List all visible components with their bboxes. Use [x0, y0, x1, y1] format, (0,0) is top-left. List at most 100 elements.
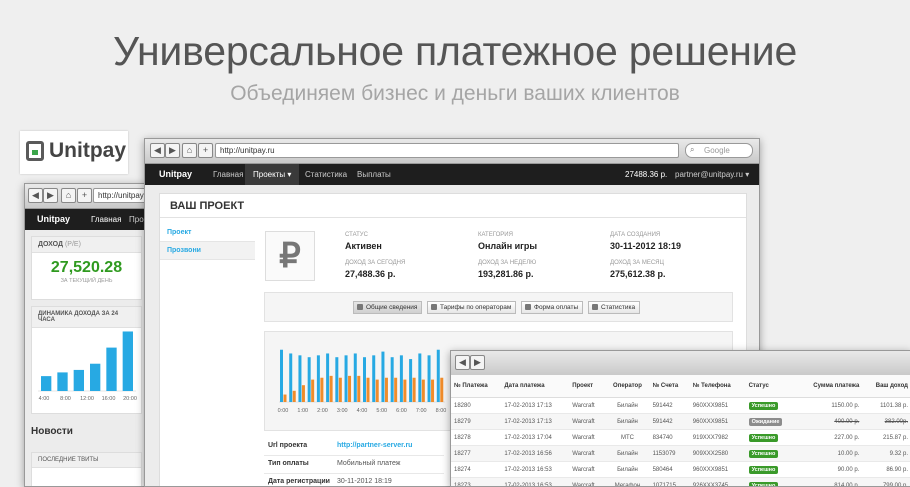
user-menu[interactable]: partner@unitpay.ru ▾	[675, 170, 749, 179]
sidebar-item-project[interactable]: Проект	[160, 224, 255, 242]
tick-label: 20:00	[123, 396, 137, 402]
cart-icon	[525, 304, 531, 310]
status-badge: Успешно	[749, 466, 779, 474]
address-bar[interactable]: http://unitpay.r	[93, 188, 149, 203]
home-icon[interactable]: ⌂	[61, 188, 76, 203]
tick-label: 16:00	[102, 396, 116, 402]
bar-series-1	[354, 353, 357, 402]
table-cell: Успешно	[746, 446, 797, 462]
bar-series-1	[298, 355, 301, 402]
column-header[interactable]: Ваш доход	[862, 375, 910, 398]
tab-payment-form[interactable]: Форма оплаты	[521, 301, 583, 314]
tab-general-info[interactable]: Общие сведения	[353, 301, 422, 314]
table-cell: 834740	[650, 430, 690, 446]
bar-series-1	[437, 350, 440, 402]
table-cell: Warcraft	[569, 430, 605, 446]
back-icon[interactable]: ◀	[28, 188, 43, 203]
forward-icon[interactable]: ▶	[165, 143, 180, 158]
column-header[interactable]: Проект	[569, 375, 605, 398]
chart-icon	[592, 304, 598, 310]
nav-projects-cut[interactable]: Про	[129, 215, 144, 224]
category-value: Онлайн игры	[478, 241, 537, 251]
bar-series-2	[348, 376, 351, 402]
column-header[interactable]: Статус	[746, 375, 797, 398]
column-header[interactable]: Оператор	[605, 375, 649, 398]
table-cell: 18278	[451, 430, 501, 446]
bar-series-1	[363, 357, 366, 402]
sidebar-item-prozvoni[interactable]: Прозвони	[160, 242, 255, 260]
back-icon[interactable]: ◀	[455, 355, 470, 370]
bar-series-2	[385, 378, 388, 402]
bar-series-1	[280, 350, 283, 402]
google-search-input[interactable]: Google	[685, 143, 753, 158]
bar-series-2	[367, 378, 370, 402]
income-today-caption: ЗА ТЕКУЩИЙ ДЕНЬ	[32, 278, 141, 284]
table-row[interactable]: 1827317-02-2013 16:53WarcraftМегафон1071…	[451, 478, 910, 487]
browser-toolbar: ◀ ▶	[451, 351, 910, 376]
nav-home[interactable]: Главная	[91, 215, 121, 224]
nav-statistics[interactable]: Статистика	[305, 170, 347, 179]
table-cell: 1150.00 р.	[796, 398, 862, 414]
tab-operator-tariffs[interactable]: Тарифы по операторам	[427, 301, 516, 314]
table-cell: Мегафон	[605, 478, 649, 487]
tick-label: 7:00	[416, 408, 427, 414]
tick-label: 0:00	[278, 408, 289, 414]
created-value: 30-11-2012 18:19	[610, 241, 681, 251]
nav-projects[interactable]: Проекты ▾	[245, 164, 299, 185]
nav-brand[interactable]: Unitpay	[159, 169, 192, 179]
add-tab-icon[interactable]: +	[198, 143, 213, 158]
tab-statistics[interactable]: Статистика	[588, 301, 640, 314]
table-cell: Успешно	[746, 398, 797, 414]
table-row[interactable]: 1828017-02-2013 17:13WarcraftБилайн59144…	[451, 398, 910, 414]
bar-series-2	[320, 378, 323, 402]
bar-series-2	[357, 376, 360, 402]
nav-payouts[interactable]: Выплаты	[357, 170, 391, 179]
table-cell: 17-02-2013 17:04	[501, 430, 569, 446]
forward-icon[interactable]: ▶	[43, 188, 58, 203]
project-sidebar: Проект Прозвони	[160, 224, 255, 260]
table-cell: 1101.38 р.	[862, 398, 910, 414]
table-cell: 1071715	[650, 478, 690, 487]
tick-label: 6:00	[396, 408, 407, 414]
forward-icon[interactable]: ▶	[470, 355, 485, 370]
table-cell: Билайн	[605, 446, 649, 462]
payments-window: ◀ ▶ № ПлатежаДата платежаПроектОператор№…	[450, 350, 910, 487]
table-row[interactable]: 1827417-02-2013 16:53WarcraftБилайн58046…	[451, 462, 910, 478]
column-header[interactable]: № Счета	[650, 375, 690, 398]
income-card-title: ДОХОД (Р/Е)	[32, 237, 141, 253]
nav-home[interactable]: Главная	[213, 170, 243, 179]
table-row[interactable]: 1827917-02-2013 17:13WarcraftБилайн59144…	[451, 414, 910, 430]
search-icon: ⌕	[690, 145, 694, 155]
nav-brand[interactable]: Unitpay	[37, 214, 70, 224]
bar-series-2	[284, 395, 287, 402]
column-header[interactable]: Дата платежа	[501, 375, 569, 398]
table-row[interactable]: 1827717-02-2013 16:56WarcraftБилайн11530…	[451, 446, 910, 462]
table-cell: 591442	[650, 414, 690, 430]
table-cell: 960XXX9851	[690, 398, 746, 414]
top-nav: Unitpay Главная Проекты ▾ Статистика Вып…	[145, 164, 759, 185]
income-card: ДОХОД (Р/Е) 27,520.28 ЗА ТЕКУЩИЙ ДЕНЬ	[31, 236, 142, 300]
bar-series-2	[431, 380, 434, 402]
table-cell: Warcraft	[569, 446, 605, 462]
table-cell: 10.00 р.	[796, 446, 862, 462]
column-header[interactable]: № Платежа	[451, 375, 501, 398]
tick-label: 2:00	[317, 408, 328, 414]
tick-label: 8:00	[60, 396, 71, 402]
status-badge: Успешно	[749, 434, 779, 442]
bar-series-1	[289, 353, 292, 402]
address-bar[interactable]: http://unitpay.ru	[215, 143, 679, 158]
table-cell: 382.00р.	[862, 414, 910, 430]
bar-series-1	[400, 355, 403, 402]
table-cell: Билайн	[605, 462, 649, 478]
column-header[interactable]: Сумма платежа	[796, 375, 862, 398]
table-cell: 9.32 р.	[862, 446, 910, 462]
add-tab-icon[interactable]: +	[77, 188, 92, 203]
project-url-link[interactable]: http://partner-server.ru	[337, 442, 412, 449]
table-row[interactable]: 1827817-02-2013 17:04WarcraftМТС83474091…	[451, 430, 910, 446]
home-icon[interactable]: ⌂	[182, 143, 197, 158]
back-icon[interactable]: ◀	[150, 143, 165, 158]
income-dynamics-card: ДИНАМИКА ДОХОДА ЗА 24 ЧАСА 4:008:0012:00…	[31, 306, 142, 414]
week-income-value: 193,281.86 р.	[478, 269, 534, 279]
bar-series-2	[311, 380, 314, 402]
column-header[interactable]: № Телефона	[690, 375, 746, 398]
